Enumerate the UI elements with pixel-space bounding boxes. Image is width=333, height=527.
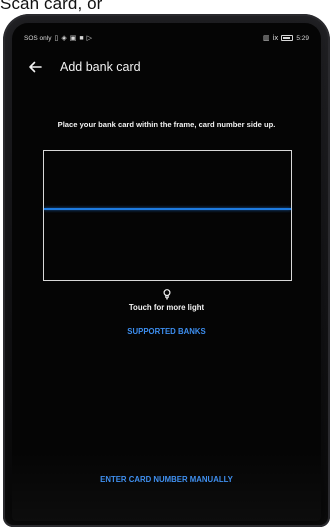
app-bar: Add bank card — [26, 56, 141, 78]
screenshot-page: Scan card, or SOS only ▯ ◈ ▣ ■ ▷ ▥ ⅸ 5:2… — [0, 0, 333, 527]
card-scan-frame — [43, 150, 292, 281]
scan-line — [44, 208, 291, 210]
clock-text: 5:29 — [296, 34, 309, 42]
flashlight-button[interactable]: Touch for more light — [12, 288, 321, 312]
page-title: Add bank card — [60, 60, 141, 74]
mute-icon: ⅸ — [272, 34, 279, 42]
sim-icon: ▯ — [54, 34, 59, 42]
status-bar-left: SOS only ▯ ◈ ▣ ■ ▷ — [24, 35, 92, 42]
scan-instruction: Place your bank card within the frame, c… — [57, 120, 276, 129]
gallery-icon: ▣ — [69, 34, 77, 42]
caption-text: Scan card, or — [0, 0, 103, 13]
status-bar-right: ▥ ⅸ 5:29 — [263, 35, 309, 42]
play-icon: ▷ — [86, 34, 92, 42]
carrier-text: SOS only — [24, 34, 52, 42]
screen-glare — [12, 451, 321, 521]
wifi-icon: ◈ — [61, 34, 67, 42]
signal-icon: ▥ — [262, 34, 270, 42]
battery-icon — [281, 35, 294, 41]
phone-screen: SOS only ▯ ◈ ▣ ■ ▷ ▥ ⅸ 5:29 Add bank car… — [12, 23, 321, 521]
enter-card-manually-button[interactable]: ENTER CARD NUMBER MANUALLY — [12, 475, 321, 484]
lightbulb-icon — [162, 288, 172, 300]
notification-icon: ■ — [79, 34, 84, 42]
flashlight-label: Touch for more light — [128, 303, 205, 312]
back-arrow-icon[interactable] — [26, 58, 44, 76]
phone-frame: SOS only ▯ ◈ ▣ ■ ▷ ▥ ⅸ 5:29 Add bank car… — [3, 14, 330, 527]
supported-banks-link[interactable]: SUPPORTED BANKS — [12, 327, 321, 336]
status-bar: SOS only ▯ ◈ ▣ ■ ▷ ▥ ⅸ 5:29 — [24, 31, 309, 45]
